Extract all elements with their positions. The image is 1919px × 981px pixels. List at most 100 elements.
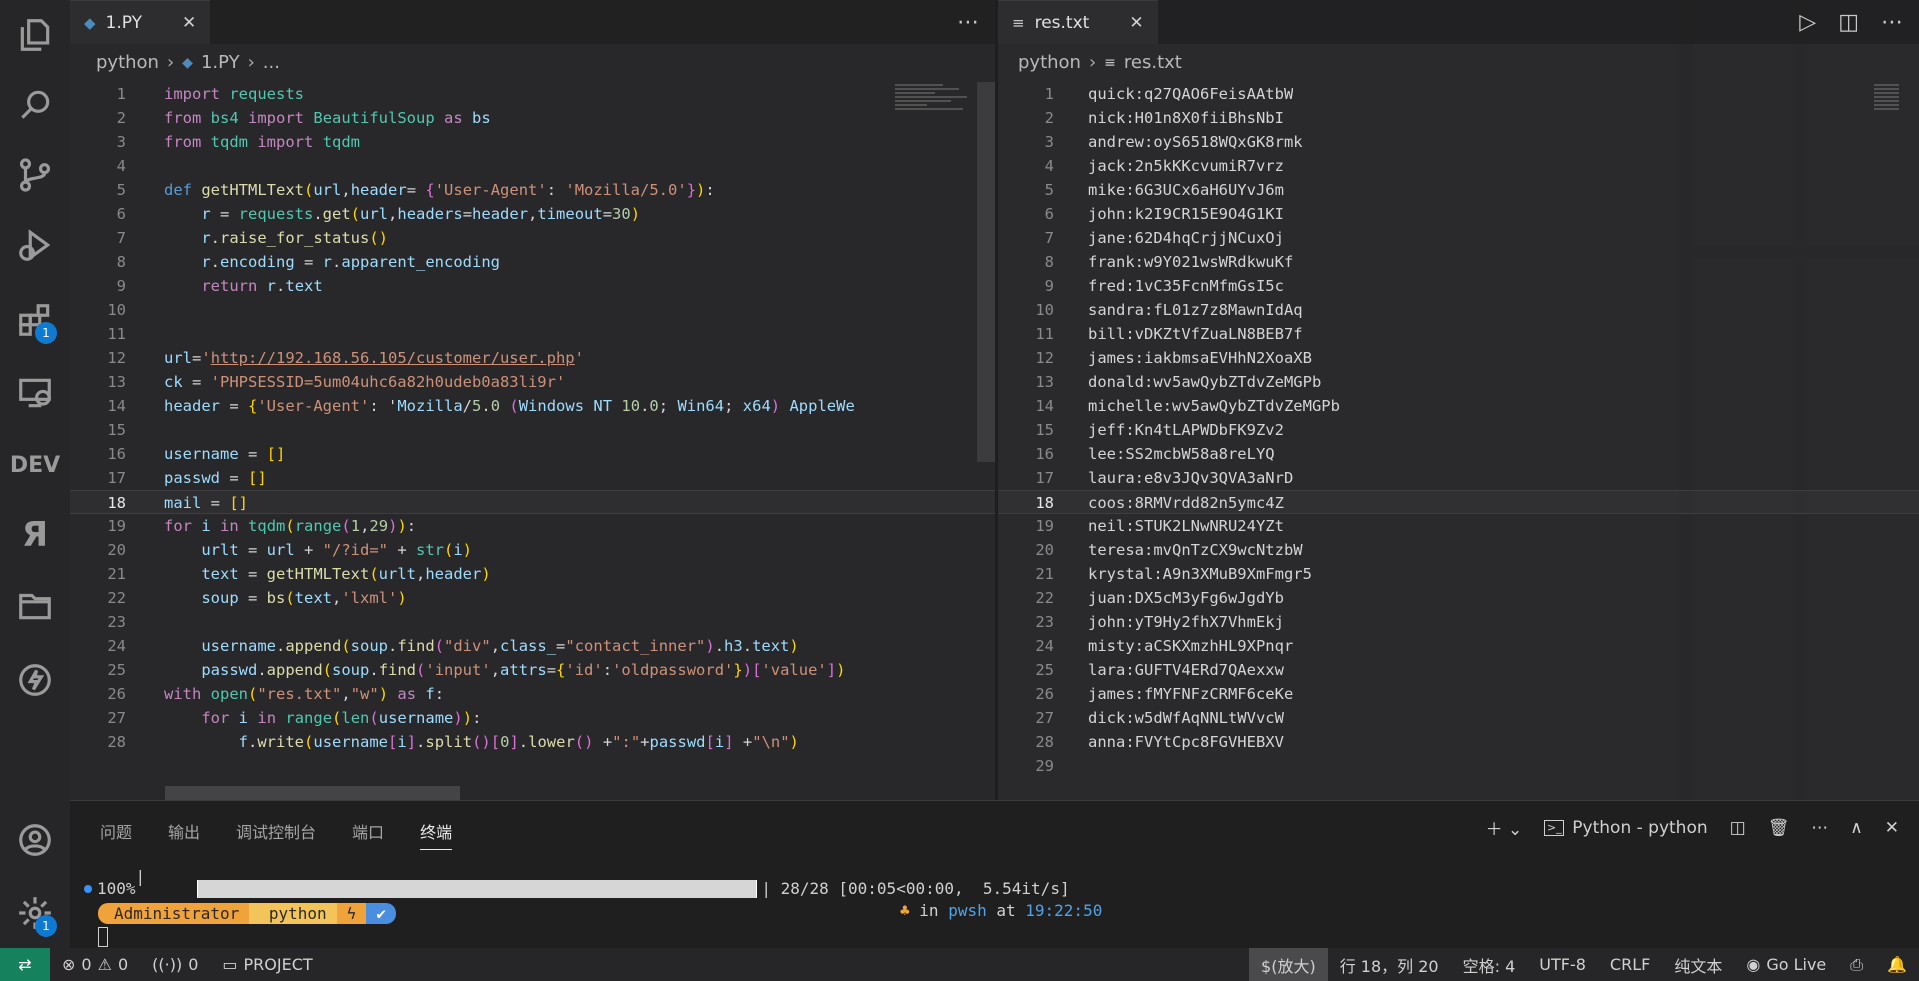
terminal-selector[interactable]: >_ Python - python bbox=[1544, 818, 1708, 838]
code-line[interactable]: 26 james:fMYFNFzCRMF6ceKe bbox=[998, 682, 1919, 706]
breadcrumb-file[interactable]: 1.PY bbox=[201, 52, 240, 73]
code-line[interactable]: 10 sandra:fL01z7z8MawnIdAq bbox=[998, 298, 1919, 322]
code-line[interactable]: 3 from tqdm import tqdm bbox=[70, 130, 995, 154]
folder-icon[interactable] bbox=[0, 570, 70, 640]
bell-icon[interactable]: 🔔 bbox=[1875, 948, 1919, 981]
minimap[interactable] bbox=[1874, 82, 1899, 142]
code-line[interactable]: 4 jack:2n5kKKcvumiR7vrz bbox=[998, 154, 1919, 178]
search-icon[interactable] bbox=[0, 70, 70, 140]
code-line[interactable]: 22 juan:DX5cM3yFg6wJgdYb bbox=[998, 586, 1919, 610]
tab-terminal[interactable]: 终端 bbox=[420, 819, 453, 850]
code-line[interactable]: 24 misty:aCSKXmzhHL9XPnqr bbox=[998, 634, 1919, 658]
go-live-button[interactable]: ◉ Go Live bbox=[1734, 948, 1838, 981]
trash-icon[interactable]: 🗑 bbox=[1768, 818, 1790, 838]
terminal-output[interactable]: 100% | | 28/28 [00:05<00:00, 5.54it/s] Ad… bbox=[84, 867, 1899, 949]
cursor-position[interactable]: 行 18，列 20 bbox=[1328, 948, 1451, 981]
split-editor-icon[interactable]: ◫ bbox=[1838, 10, 1859, 35]
remote-explorer-icon[interactable] bbox=[0, 358, 70, 428]
code-line[interactable]: 14 header = {'User-Agent': 'Mozilla/5.0 (… bbox=[70, 394, 995, 418]
vertical-scrollbar[interactable] bbox=[977, 82, 995, 462]
code-line[interactable]: 25 lara:GUFTV4ERd7QAexxw bbox=[998, 658, 1919, 682]
code-line[interactable]: 28 anna:FVYtCpc8FGVHEBXV bbox=[998, 730, 1919, 754]
code-line[interactable]: 1 import requests bbox=[70, 82, 995, 106]
breadcrumb-file[interactable]: res.txt bbox=[1124, 52, 1182, 73]
breadcrumb-symbol[interactable]: ... bbox=[263, 52, 280, 73]
code-line[interactable]: 9 return r.text bbox=[70, 274, 995, 298]
code-line[interactable]: 15 bbox=[70, 418, 995, 442]
code-line[interactable]: 4 bbox=[70, 154, 995, 178]
code-line[interactable]: 2 nick:H01n8X0fiiBhsNbI bbox=[998, 106, 1919, 130]
code-line[interactable]: 18 coos:8RMVrdd82n5ymc4Z bbox=[998, 490, 1919, 514]
tab-1py[interactable]: ◆ 1.PY ✕ bbox=[70, 0, 211, 44]
code-line[interactable]: 6 r = requests.get(url,headers=header,ti… bbox=[70, 202, 995, 226]
code-line[interactable]: 21 text = getHTMLText(urlt,header) bbox=[70, 562, 995, 586]
code-editor[interactable]: 1 import requests 2 from bs4 import Beautif… bbox=[70, 82, 995, 754]
file-settings-icon[interactable]: ⎙ bbox=[1838, 948, 1875, 981]
code-line[interactable]: 16 username = [] bbox=[70, 442, 995, 466]
project-status[interactable]: ▭ PROJECT bbox=[210, 948, 324, 981]
new-terminal-icon[interactable]: ＋ ⌄ bbox=[1486, 815, 1523, 840]
code-line[interactable]: 12 james:iakbmsaEVHhN2XoaXB bbox=[998, 346, 1919, 370]
more-actions-icon[interactable]: ⋯ bbox=[957, 10, 979, 35]
source-control-icon[interactable] bbox=[0, 140, 70, 210]
code-line[interactable]: 25 passwd.append(soup.find('input',attrs… bbox=[70, 658, 995, 682]
code-line[interactable]: 24 username.append(soup.find("div",class… bbox=[70, 634, 995, 658]
breadcrumb-folder[interactable]: python bbox=[96, 52, 159, 73]
code-line[interactable]: 27 for i in range(len(username)): bbox=[70, 706, 995, 730]
remote-indicator-icon[interactable]: ⇄ bbox=[0, 948, 50, 981]
code-line[interactable]: 22 soup = bs(text,'lxml') bbox=[70, 586, 995, 610]
ports-status[interactable]: ((·)) 0 bbox=[140, 948, 210, 981]
breadcrumb-folder[interactable]: python bbox=[1018, 52, 1081, 73]
code-line[interactable]: 23 bbox=[70, 610, 995, 634]
code-line[interactable]: 26 with open("res.txt","w") as f: bbox=[70, 682, 995, 706]
code-line[interactable]: 17 passwd = [] bbox=[70, 466, 995, 490]
indentation[interactable]: 空格: 4 bbox=[1451, 948, 1528, 981]
tab-problems[interactable]: 问题 bbox=[100, 819, 132, 850]
lightning-icon[interactable] bbox=[0, 645, 70, 715]
code-line[interactable]: 1 quick:q27QAO6FeisAAtbW bbox=[998, 82, 1919, 106]
extensions-icon[interactable]: 1 bbox=[0, 285, 70, 355]
tab-output[interactable]: 输出 bbox=[168, 819, 200, 850]
minimap[interactable] bbox=[895, 82, 975, 142]
settings-gear-icon[interactable]: 1 bbox=[0, 878, 70, 948]
encoding[interactable]: UTF-8 bbox=[1527, 948, 1598, 981]
code-line[interactable]: 8 frank:w9Y021wsWRdkwuKf bbox=[998, 250, 1919, 274]
code-line[interactable]: 18 mail = [] bbox=[70, 490, 995, 514]
code-line[interactable]: 13 donald:wv5awQybZTdvZeMGPb bbox=[998, 370, 1919, 394]
code-line[interactable]: 17 laura:e8v3JQv3QVA3aNrD bbox=[998, 466, 1919, 490]
code-line[interactable]: 23 john:yT9Hy2fhX7VhmEkj bbox=[998, 610, 1919, 634]
tab-debug-console[interactable]: 调试控制台 bbox=[236, 819, 316, 850]
problems-status[interactable]: ⊗ 0 ⚠ 0 bbox=[50, 948, 140, 981]
close-icon[interactable]: ✕ bbox=[1129, 13, 1143, 33]
code-line[interactable]: 8 r.encoding = r.apparent_encoding bbox=[70, 250, 995, 274]
code-line[interactable]: 5 def getHTMLText(url,header= {'User-Agen… bbox=[70, 178, 995, 202]
code-line[interactable]: 2 from bs4 import BeautifulSoup as bs bbox=[70, 106, 995, 130]
horizontal-scrollbar[interactable] bbox=[165, 786, 460, 800]
text-editor[interactable]: 1 quick:q27QAO6FeisAAtbW 2 nick:H01n8X0fiiB… bbox=[998, 82, 1919, 778]
code-line[interactable]: 19 for i in tqdm(range(1,29)): bbox=[70, 514, 995, 538]
code-line[interactable]: 11 bbox=[70, 322, 995, 346]
run-icon[interactable]: ▷ bbox=[1799, 10, 1816, 35]
run-debug-icon[interactable] bbox=[0, 210, 70, 280]
code-line[interactable]: 12 url='http://192.168.56.105/customer/us… bbox=[70, 346, 995, 370]
dev-icon[interactable]: DEV bbox=[0, 430, 70, 500]
language-mode[interactable]: 纯文本 bbox=[1662, 948, 1734, 981]
split-terminal-icon[interactable]: ◫ bbox=[1730, 818, 1746, 838]
account-icon[interactable] bbox=[0, 805, 70, 875]
maximize-panel-icon[interactable]: ∧ bbox=[1850, 818, 1862, 838]
close-icon[interactable]: ✕ bbox=[182, 13, 196, 33]
code-line[interactable]: 15 jeff:Kn4tLAPWDbFK9Zv2 bbox=[998, 418, 1919, 442]
ya-icon[interactable]: Я bbox=[0, 500, 70, 570]
code-line[interactable]: 9 fred:1vC35FcnMfmGsI5c bbox=[998, 274, 1919, 298]
code-line[interactable]: 28 f.write(username[i].split()[0].lower(… bbox=[70, 730, 995, 754]
code-line[interactable]: 14 michelle:wv5awQybZTdvZeMGPb bbox=[998, 394, 1919, 418]
code-line[interactable]: 16 lee:SS2mcbW58a8reLYQ bbox=[998, 442, 1919, 466]
code-line[interactable]: 6 john:k2I9CR15E9O4G1KI bbox=[998, 202, 1919, 226]
code-line[interactable]: 27 dick:w5dWfAqNNLtWVvcW bbox=[998, 706, 1919, 730]
code-line[interactable]: 10 bbox=[70, 298, 995, 322]
more-actions-icon[interactable]: ⋯ bbox=[1881, 10, 1903, 35]
more-actions-icon[interactable]: ⋯ bbox=[1811, 818, 1828, 838]
tab-res-txt[interactable]: ≡ res.txt ✕ bbox=[998, 0, 1158, 44]
code-line[interactable]: 21 krystal:A9n3XMuB9XmFmgr5 bbox=[998, 562, 1919, 586]
code-line[interactable]: 13 ck = 'PHPSESSID=5um04uhc6a82h0udeb0a83… bbox=[70, 370, 995, 394]
